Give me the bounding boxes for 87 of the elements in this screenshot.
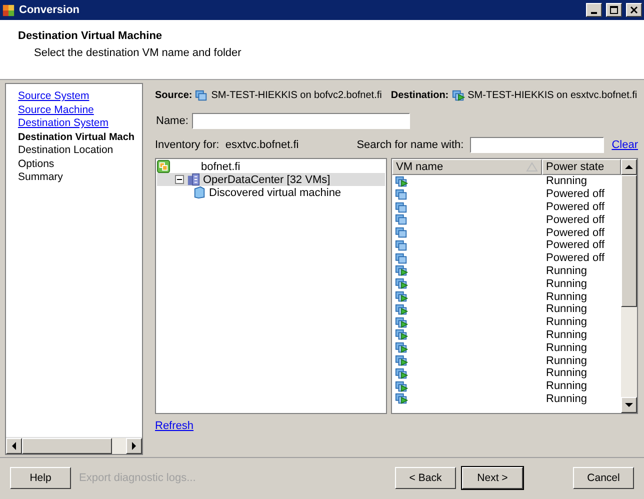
- table-cell-text: Powered off: [545, 188, 606, 200]
- table-cell-text: Powered off: [545, 252, 606, 264]
- back-button[interactable]: < Back: [395, 467, 456, 489]
- vm-running-icon: [395, 392, 408, 406]
- name-label: Name:: [156, 115, 188, 127]
- table-cell-text: Running: [545, 354, 588, 367]
- vm-icon: [395, 188, 408, 201]
- table-cell-text: Running: [545, 316, 588, 328]
- vm-icon: [395, 226, 408, 240]
- scrollbar-thumb[interactable]: [22, 438, 112, 454]
- page-title: Destination Virtual Machine: [18, 30, 164, 42]
- vm-icon: [395, 252, 408, 265]
- table-cell-text: Powered off: [545, 200, 606, 213]
- table-cell-text: Running: [545, 290, 588, 303]
- table-cell-text: Running: [545, 392, 588, 405]
- step-link[interactable]: Source System: [18, 90, 142, 104]
- vm-running-icon: [395, 316, 408, 329]
- inventory-label: Inventory for: esxtvc.bofnet.fi: [155, 139, 299, 151]
- minimize-button[interactable]: [586, 3, 602, 17]
- up-arrow-icon: [625, 164, 633, 170]
- vm-running-icon: [395, 366, 408, 380]
- step-label: Options: [18, 158, 56, 171]
- down-arrow-icon: [625, 402, 633, 408]
- table-cell-text: Running: [545, 278, 588, 290]
- maximize-button[interactable]: [606, 3, 622, 17]
- table-cell-text: Powered off: [545, 214, 606, 226]
- page-subtitle: Select the destination VM name and folder: [34, 47, 242, 59]
- vm-running-icon: [395, 302, 408, 316]
- destination-value: SM-TEST-HIEKKIS on esxtvc.bofnet.fi: [468, 90, 638, 100]
- vm-icon: [395, 213, 408, 226]
- search-label: Search for name with:: [356, 139, 464, 151]
- tree-item[interactable]: bofnet.fi: [157, 160, 385, 173]
- vm-running-icon: [395, 380, 408, 393]
- close-button[interactable]: [626, 3, 642, 17]
- app-icon: [2, 4, 15, 16]
- right-arrow-icon: [131, 442, 137, 450]
- scroll-right-button[interactable]: [126, 438, 142, 454]
- scrollbar-thumb[interactable]: [621, 175, 637, 307]
- table-cell-text: Powered off: [545, 239, 606, 252]
- table-cell-text: Running: [545, 264, 588, 277]
- vm-icon: [395, 238, 408, 252]
- search-field[interactable]: [470, 137, 604, 153]
- scroll-up-button[interactable]: [621, 159, 637, 175]
- next-button[interactable]: Next >: [462, 467, 523, 489]
- scroll-down-button[interactable]: [621, 397, 637, 413]
- vm-running-icon: [452, 88, 465, 102]
- vm-running-icon: [395, 174, 408, 188]
- destination-label: Destination:: [390, 90, 449, 100]
- vm-icon: [195, 88, 208, 102]
- vm-running-icon: [395, 354, 408, 368]
- maximize-icon: [610, 6, 618, 14]
- column-header[interactable]: VM name: [392, 159, 542, 175]
- clear-link[interactable]: Clear: [612, 139, 638, 151]
- window-title: Conversion: [19, 4, 81, 16]
- step-label: Summary: [18, 171, 64, 184]
- vm-icon: [395, 200, 408, 214]
- table-cell-text: Running: [545, 303, 588, 316]
- scroll-left-button[interactable]: [6, 438, 22, 454]
- step-link[interactable]: Source Machine: [18, 104, 142, 117]
- vm-running-icon: [395, 277, 408, 290]
- vm-running-icon: [395, 264, 408, 278]
- refresh-link[interactable]: Refresh: [155, 420, 194, 432]
- vm-running-icon: [395, 290, 408, 304]
- table-cell-text: Running: [545, 175, 588, 188]
- table-cell-text: Powered off: [545, 226, 606, 239]
- step-link[interactable]: Destination System: [18, 117, 142, 130]
- name-field[interactable]: [192, 113, 410, 129]
- tree-item[interactable]: OperDataCenter [32 VMs]: [157, 173, 385, 186]
- source-label: Source:: [155, 90, 192, 100]
- tree-item[interactable]: Discovered virtual machine: [157, 186, 385, 199]
- help-button[interactable]: Help: [10, 467, 71, 489]
- source-value: SM-TEST-HIEKKIS on bofvc2.bofnet.fi: [211, 90, 382, 100]
- vm-running-icon: [395, 328, 408, 342]
- table-cell-text: Running: [545, 380, 588, 392]
- datacenter-icon: [187, 173, 200, 186]
- table-cell-text: Running: [545, 342, 588, 354]
- collapse-icon[interactable]: [175, 175, 184, 184]
- sort-icon: [526, 162, 538, 172]
- table-cell-text: Running: [545, 367, 588, 380]
- table-cell-text: Running: [545, 328, 588, 341]
- close-icon: [630, 6, 638, 14]
- vm-running-icon: [395, 341, 408, 354]
- current-step: Destination Virtual Mach: [18, 130, 142, 144]
- cancel-button[interactable]: Cancel: [573, 467, 634, 489]
- left-arrow-icon: [11, 442, 17, 450]
- step-label: Destination Location: [18, 144, 114, 158]
- column-header[interactable]: Power state: [542, 159, 621, 175]
